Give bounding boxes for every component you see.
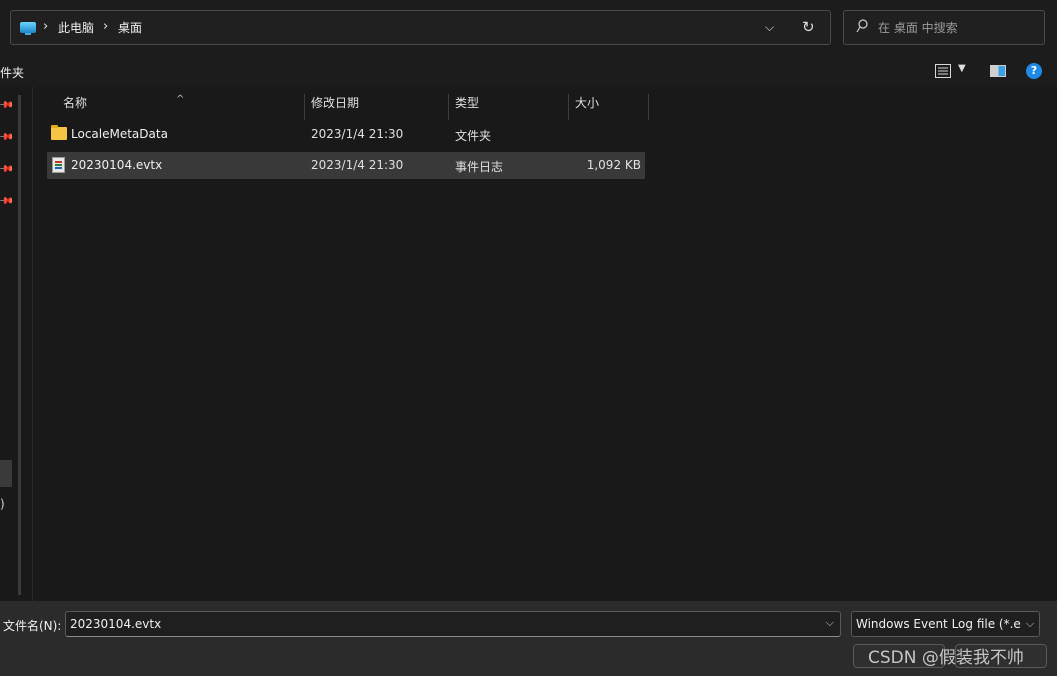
file-list: ^ 名称 修改日期 类型 大小 LocaleMetaData 2023/1/4 … <box>33 87 1057 601</box>
file-name: 20230104.evtx <box>71 158 163 172</box>
pin-icon: 📌 <box>0 97 15 114</box>
file-date: 2023/1/4 21:30 <box>311 158 404 172</box>
pin-icon: 📌 <box>0 161 15 178</box>
chevron-down-icon[interactable]: ⌵ <box>765 20 774 35</box>
folder-icon <box>51 125 67 140</box>
view-options-icon[interactable] <box>935 64 951 78</box>
help-icon[interactable]: ? <box>1026 63 1042 79</box>
pin-icon: 📌 <box>0 193 15 210</box>
navigation-pane: 📌 📌 📌 📌 ) <box>0 87 33 601</box>
column-divider[interactable] <box>568 94 569 120</box>
breadcrumb-separator-icon[interactable]: › <box>43 19 48 34</box>
file-name: LocaleMetaData <box>71 127 168 141</box>
event-log-icon <box>52 157 65 173</box>
breadcrumb-desktop[interactable]: 桌面 <box>118 19 142 36</box>
search-box[interactable] <box>843 10 1045 45</box>
refresh-icon[interactable]: ↻ <box>802 18 815 36</box>
chevron-down-icon[interactable]: ⌵ <box>1021 612 1039 636</box>
command-bar: 件夹 ▼ ? <box>0 56 1057 87</box>
chevron-down-icon[interactable]: ⌵ <box>826 616 834 630</box>
search-input[interactable] <box>878 18 1038 38</box>
filetype-select[interactable]: Windows Event Log file (*.ev ⌵ <box>851 611 1040 637</box>
column-divider[interactable] <box>448 94 449 120</box>
file-type: 文件夹 <box>455 129 492 143</box>
column-header-row: ^ 名称 修改日期 类型 大小 <box>33 87 1057 120</box>
preview-pane-icon[interactable] <box>990 65 1006 77</box>
dialog-footer: 文件名(N): ⌵ Windows Event Log file (*.ev ⌵… <box>0 601 1057 676</box>
filename-input[interactable] <box>70 616 810 632</box>
file-date: 2023/1/4 21:30 <box>311 127 404 141</box>
column-divider[interactable] <box>304 94 305 120</box>
address-bar[interactable]: › 此电脑 › 桌面 ⌵ ↻ <box>10 10 831 45</box>
this-pc-icon <box>20 22 36 35</box>
column-divider[interactable] <box>648 94 649 120</box>
column-header-type[interactable]: 类型 <box>455 94 479 111</box>
file-size: 1,092 KB <box>586 158 641 172</box>
column-header-name[interactable]: 名称 <box>63 94 87 111</box>
view-dropdown-icon[interactable]: ▼ <box>958 63 966 74</box>
sort-ascending-icon: ^ <box>176 94 185 105</box>
filetype-value: Windows Event Log file (*.ev <box>856 617 1028 631</box>
breadcrumb-this-pc[interactable]: 此电脑 <box>58 19 94 36</box>
nav-scrollbar[interactable] <box>18 95 21 595</box>
pin-icon: 📌 <box>0 129 15 146</box>
search-icon <box>856 19 868 33</box>
file-row-localemetadata[interactable]: LocaleMetaData 2023/1/4 21:30 文件夹 <box>47 121 645 148</box>
file-type: 事件日志 <box>455 160 504 174</box>
column-header-size[interactable]: 大小 <box>575 94 599 111</box>
nav-item-selected[interactable] <box>0 460 12 487</box>
file-row-20230104-evtx[interactable]: 20230104.evtx 2023/1/4 21:30 事件日志 1,092 … <box>47 152 645 179</box>
title-bar: › 此电脑 › 桌面 ⌵ ↻ <box>0 0 1057 56</box>
filename-combobox[interactable]: ⌵ <box>65 611 841 637</box>
new-folder-button[interactable]: 件夹 <box>0 64 24 81</box>
nav-item-label[interactable]: ) <box>0 497 5 511</box>
filename-label: 文件名(N): <box>3 619 62 633</box>
watermark: CSDN @假装我不帅 <box>868 648 1024 668</box>
column-header-date[interactable]: 修改日期 <box>311 94 359 111</box>
breadcrumb-separator-icon[interactable]: › <box>103 19 108 34</box>
